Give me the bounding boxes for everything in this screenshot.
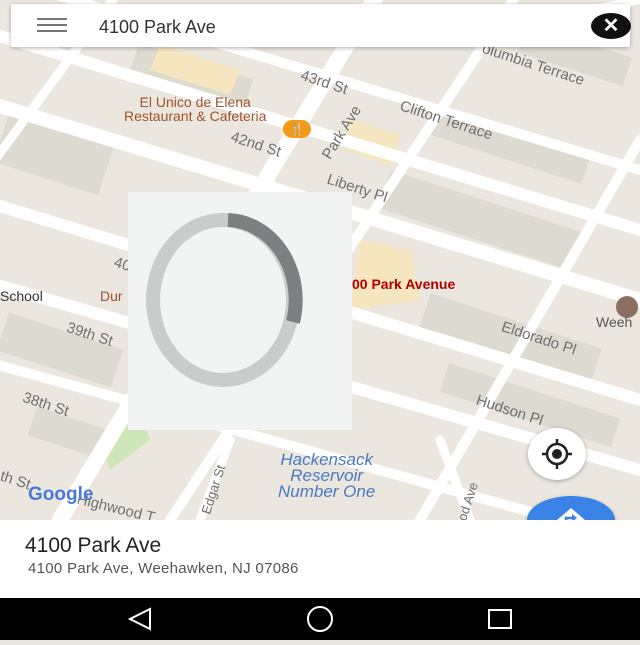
my-location-icon [542, 439, 572, 469]
restaurant-icon[interactable]: 🍴 [283, 120, 311, 138]
reservoir-label: Hackensack Reservoir Number One [278, 450, 376, 501]
loading-spinner-icon [146, 213, 303, 387]
selected-place-label[interactable]: 00 Park Avenue [352, 276, 455, 292]
menu-icon[interactable] [37, 18, 67, 34]
home-icon [307, 606, 333, 632]
google-logo: Google [28, 484, 94, 505]
system-nav-bar [0, 598, 640, 640]
place-address: 4100 Park Ave, Weehawken, NJ 07086 [28, 560, 299, 577]
school-label: School [0, 288, 43, 304]
loading-panel [128, 192, 352, 430]
dur-label: Dur [100, 288, 123, 304]
clear-search-button[interactable]: ✕ [591, 13, 631, 39]
search-bar: ✕ [11, 4, 631, 47]
my-location-button[interactable] [528, 428, 586, 480]
restaurant-name: El Unico de Elena [139, 94, 251, 110]
place-bottom-sheet[interactable]: 4100 Park Ave 4100 Park Ave, Weehawken, … [0, 520, 640, 598]
restaurant-type: Restaurant & Cafeteria [124, 108, 267, 124]
search-input[interactable] [97, 13, 561, 41]
recents-button[interactable] [470, 598, 530, 640]
back-icon [127, 607, 151, 631]
place-title: 4100 Park Ave [25, 534, 162, 557]
home-button[interactable] [290, 598, 350, 640]
weehawken-label: Weeh [596, 314, 633, 330]
recents-icon [488, 609, 512, 629]
back-button[interactable] [112, 598, 172, 640]
restaurant-label[interactable]: El Unico de Elena Restaurant & Cafeteria [124, 95, 266, 123]
